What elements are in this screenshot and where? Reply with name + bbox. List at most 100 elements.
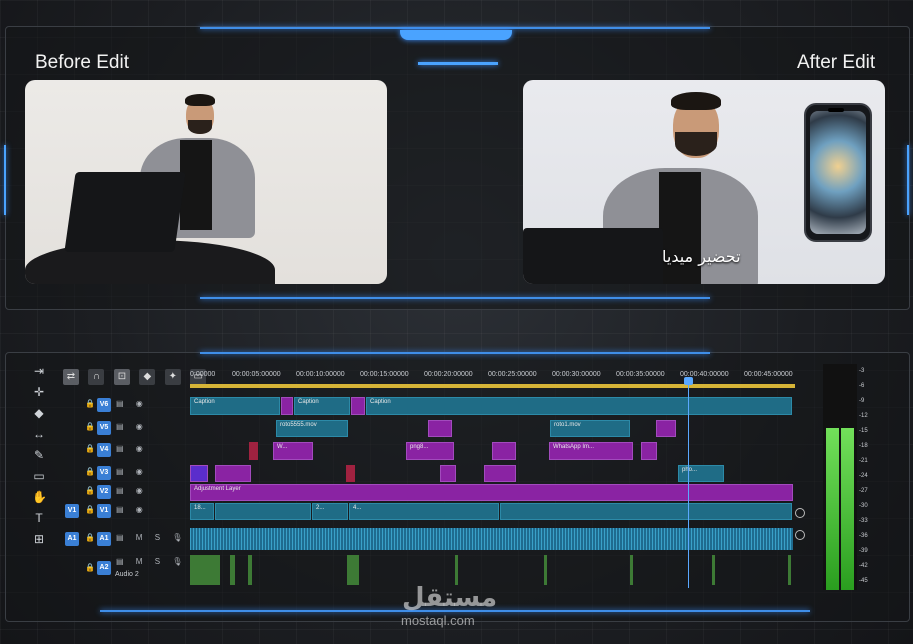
slip-icon[interactable]: ↔ — [32, 427, 46, 441]
razor-icon[interactable]: ◆ — [32, 406, 46, 420]
eye-icon[interactable]: ▤ ◉ — [116, 422, 148, 431]
audio-clip[interactable] — [190, 555, 220, 585]
nest-icon[interactable]: ⇄ — [63, 369, 79, 385]
clip[interactable] — [440, 465, 456, 482]
after-edit-label: After Edit — [797, 52, 876, 73]
scroll-handle[interactable] — [795, 508, 805, 518]
arabic-caption: تحضير ميديا — [662, 247, 741, 266]
clip[interactable]: Caption — [294, 397, 350, 415]
clip[interactable]: roto5555.mov — [276, 420, 348, 437]
rectangle-icon[interactable]: ▭ — [32, 469, 46, 483]
track-v5: 🔒 V5 ▤ ◉ roto5555.mov roto1.mov — [60, 418, 805, 439]
hand-icon[interactable]: ✋ — [32, 490, 47, 504]
work-area-bar[interactable] — [190, 384, 795, 388]
clip[interactable]: png8... — [406, 442, 454, 460]
clip[interactable] — [492, 442, 516, 460]
type-icon[interactable]: T — [32, 511, 46, 525]
adjustment-layer-clip[interactable]: Adjustment Layer — [190, 484, 793, 501]
linked-selection-icon[interactable]: ⊡ — [113, 369, 130, 385]
eye-icon[interactable]: ▤ ◉ — [116, 486, 148, 495]
clip[interactable]: Caption — [366, 397, 792, 415]
clip[interactable] — [190, 465, 208, 482]
clip[interactable]: 4... — [349, 503, 499, 520]
eye-icon[interactable]: ▤ ◉ — [116, 444, 148, 453]
track-header: A1 🔒 A1 ▤ M S 🎙 — [60, 526, 188, 552]
track-a2: 🔒 A2 ▤ M S 🎙 Audio 2 — [60, 553, 805, 587]
audio-clip[interactable] — [544, 555, 547, 585]
clip[interactable] — [249, 442, 258, 460]
audio-meter — [823, 364, 857, 590]
pen-icon[interactable]: ✎ — [32, 448, 46, 462]
ruler-tick: 00:00:35:00000 — [616, 371, 665, 378]
clip[interactable] — [281, 397, 293, 415]
clip[interactable] — [641, 442, 657, 460]
clip[interactable] — [428, 420, 452, 437]
audio-clip[interactable] — [347, 555, 359, 585]
clip[interactable] — [484, 465, 516, 482]
clip[interactable]: 2... — [312, 503, 348, 520]
clip[interactable] — [346, 465, 355, 482]
track-header: V1 🔒 V1 ▤ ◉ — [60, 501, 188, 522]
playhead[interactable] — [688, 378, 689, 588]
audio-waveform[interactable] — [190, 528, 793, 550]
clip[interactable] — [500, 503, 792, 520]
clip[interactable]: pho... — [678, 465, 724, 482]
clip[interactable]: W... — [273, 442, 313, 460]
audio-clip[interactable] — [230, 555, 235, 585]
track-name[interactable]: V1 — [97, 504, 111, 518]
track-header: 🔒 A2 ▤ M S 🎙 Audio 2 — [60, 553, 188, 587]
mute-label[interactable]: M — [136, 533, 148, 542]
settings-wrench-icon[interactable]: ✦ — [164, 369, 181, 385]
clip[interactable]: roto1.mov — [550, 420, 630, 437]
eye-icon[interactable]: ▤ ◉ — [116, 505, 148, 514]
audio-clip[interactable] — [455, 555, 458, 585]
track-name[interactable]: A1 — [97, 532, 111, 546]
scroll-handle[interactable] — [795, 530, 805, 540]
track-select-icon[interactable]: ⇥ — [32, 364, 46, 378]
track-name[interactable]: V5 — [97, 421, 111, 435]
track-name[interactable]: A2 — [97, 561, 111, 575]
meter-tick: -39 — [859, 548, 868, 554]
eye-icon[interactable]: ▤ ◉ — [116, 467, 148, 476]
frame-glow-bottom — [200, 297, 710, 299]
track-name[interactable]: V4 — [97, 443, 111, 457]
solo-label[interactable]: S — [155, 557, 165, 566]
source-patch[interactable]: V1 — [65, 504, 79, 518]
clip[interactable]: Caption — [190, 397, 280, 415]
tools-panel: ⇥ ✛ ◆ ↔ ✎ ▭ ✋ T ⊞ — [26, 364, 52, 553]
meter-tick: -15 — [859, 428, 868, 434]
clip[interactable] — [215, 503, 311, 520]
ruler-tick: 00:00:30:00000 — [552, 371, 601, 378]
mute-label[interactable]: M — [136, 557, 148, 566]
frame-accent-mid — [418, 62, 498, 65]
track-name[interactable]: V3 — [97, 466, 111, 480]
eye-icon[interactable]: ▤ ◉ — [116, 399, 148, 408]
audio-clip[interactable] — [788, 555, 791, 585]
marker-icon[interactable]: ◆ — [139, 369, 156, 385]
meter-tick: -30 — [859, 503, 868, 509]
source-patch[interactable]: A1 — [65, 532, 79, 546]
solo-label[interactable]: S — [155, 533, 165, 542]
clip[interactable]: 18... — [190, 503, 214, 520]
audio-clip[interactable] — [630, 555, 633, 585]
mute-solo-icons[interactable]: ▤ M S 🎙 — [116, 533, 187, 542]
snap-icon[interactable]: ∩ — [88, 369, 105, 385]
track-name[interactable]: V6 — [97, 398, 111, 412]
audio-clip[interactable] — [248, 555, 252, 585]
meter-tick: -42 — [859, 563, 868, 569]
meter-tick: -12 — [859, 413, 868, 419]
audio-clip[interactable] — [712, 555, 715, 585]
track-a1: A1 🔒 A1 ▤ M S 🎙 — [60, 526, 805, 552]
clip[interactable] — [351, 397, 365, 415]
caption-tool-icon[interactable]: ⊞ — [32, 532, 46, 546]
track-name[interactable]: V2 — [97, 485, 111, 499]
before-edit-label: Before Edit — [35, 52, 129, 73]
clip[interactable]: WhatsApp Im... — [549, 442, 633, 460]
track-header: 🔒 V2 ▤ ◉ — [60, 482, 188, 503]
mute-solo-icons[interactable]: ▤ M S 🎙 — [116, 557, 187, 566]
ruler-tick: 00:00:10:00000 — [296, 371, 345, 378]
clip[interactable] — [215, 465, 251, 482]
clip[interactable] — [656, 420, 676, 437]
track-header: 🔒 V6 ▤ ◉ — [60, 395, 188, 417]
ripple-edit-icon[interactable]: ✛ — [32, 385, 46, 399]
